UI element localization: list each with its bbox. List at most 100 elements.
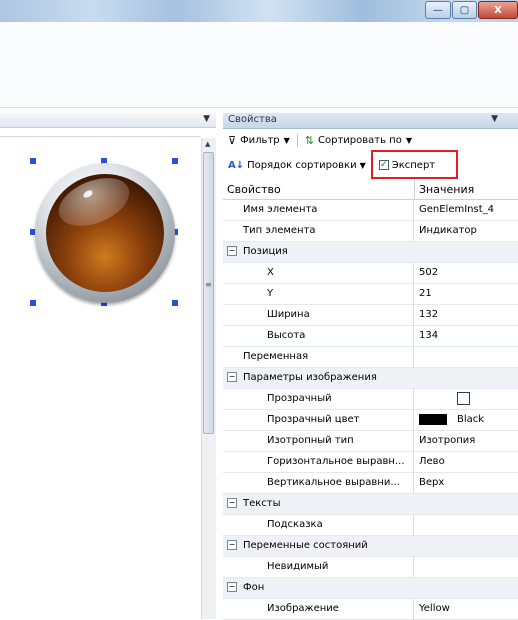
property-row[interactable]: Прозрачный цвет Black [223,410,518,431]
property-value[interactable]: Верх [414,473,518,493]
property-value[interactable]: 134 [414,326,518,346]
property-name: X [223,263,414,283]
property-name: Изотропный тип [223,431,414,451]
property-row[interactable]: Невидимый [223,557,518,578]
property-grid-header: Свойство Значения [223,180,518,200]
window-title-bar: — ▢ X [0,0,518,22]
property-value[interactable]: 502 [414,263,518,283]
property-row[interactable]: Ширина 132 [223,305,518,326]
property-value[interactable]: Лево [414,452,518,472]
selection-handle[interactable] [30,300,36,306]
color-swatch [419,413,447,425]
property-row[interactable]: Переменная [223,347,518,368]
property-name: Невидимый [223,557,414,577]
minimize-button[interactable]: — [425,1,451,19]
property-row[interactable]: X 502 [223,263,518,284]
collapse-toggle-icon[interactable]: − [227,582,237,592]
property-name: Прозрачный [223,389,414,409]
property-row[interactable]: Горизонтальное выравн... Лево [223,452,518,473]
design-panel-header: ▼ [0,113,216,128]
property-row[interactable]: Имя элемента GenElemInst_4 [223,200,518,221]
category-label: Переменные состояний [243,540,368,551]
dropdown-arrow-icon[interactable]: ▼ [203,114,210,124]
property-row[interactable]: Высота 134 [223,326,518,347]
category-label: Фон [243,582,265,593]
property-value[interactable] [414,557,518,577]
property-name: Изображение [223,599,414,619]
sort-icon: ⇅ [304,133,315,147]
color-name: Black [457,414,485,425]
close-button[interactable]: X [478,1,518,19]
property-row[interactable]: Прозрачный [223,389,518,410]
collapse-toggle-icon[interactable]: − [227,498,237,508]
property-row[interactable]: Вертикальное выравни... Верх [223,473,518,494]
selection-handle[interactable] [172,158,178,164]
toolbar-separator [296,133,298,147]
sort-order-button[interactable]: Порядок сортировки [247,160,356,171]
filter-dropdown-icon[interactable]: ▼ [284,136,290,145]
property-value[interactable] [414,515,518,535]
property-value[interactable]: 21 [414,284,518,304]
category-row[interactable]: − Позиция [223,242,518,263]
sort-dropdown-icon[interactable]: ▼ [406,136,412,145]
transparent-checkbox[interactable] [457,391,470,405]
property-value[interactable]: Изотропия [414,431,518,451]
properties-panel-header: Свойства ▼ [223,113,518,129]
property-value[interactable]: GenElemInst_4 [414,200,518,220]
canvas-scrollbar[interactable]: ▲ ≡ [201,138,216,619]
property-rows: Имя элемента GenElemInst_4 Тип элемента Инд… [223,200,518,620]
category-label: Параметры изображения [243,372,377,383]
property-name: Имя элемента [223,200,414,220]
property-row[interactable]: Тип элемента Индикатор [223,221,518,242]
restore-button[interactable]: ▢ [452,1,477,19]
property-name: Прозрачный цвет [223,410,414,430]
filter-icon: ⊽ [228,133,237,147]
panel-menu-arrow-icon[interactable]: ▼ [491,114,498,124]
property-value[interactable] [414,389,518,409]
property-value[interactable] [414,347,518,367]
property-value[interactable]: 132 [414,305,518,325]
property-row[interactable]: Y 21 [223,284,518,305]
property-name: Y [223,284,414,304]
indicator-lamp[interactable] [35,163,175,303]
category-row[interactable]: − Переменные состояний [223,536,518,557]
property-name: Высота [223,326,414,346]
selection-handle[interactable] [172,300,178,306]
collapse-toggle-icon[interactable]: − [227,540,237,550]
property-name: Ширина [223,305,414,325]
property-value[interactable]: Индикатор [414,221,518,241]
property-row[interactable]: Подсказка [223,515,518,536]
category-row[interactable]: − Тексты [223,494,518,515]
sort-by-button[interactable]: Сортировать по [318,135,402,146]
column-header-values[interactable]: Значения [415,180,474,199]
property-name: Подсказка [223,515,414,535]
toolbar-area [0,22,518,108]
properties-panel-title: Свойства [228,114,277,125]
selection-handle[interactable] [30,158,36,164]
scrollbar-thumb[interactable] [203,152,214,434]
property-name: Горизонтальное выравн... [223,452,414,472]
properties-toolbar-row1: ⊽ Фильтр ▼ ⇅ Сортировать по ▼ [223,131,412,149]
scroll-up-icon[interactable]: ▲ [205,140,210,148]
category-row[interactable]: − Параметры изображения [223,368,518,389]
category-label: Позиция [243,246,288,257]
collapse-toggle-icon[interactable]: − [227,246,237,256]
sort-az-icon: A↓ [228,159,245,171]
filter-button[interactable]: Фильтр [240,135,280,146]
property-name: Вертикальное выравни... [223,473,414,493]
category-label: Тексты [243,498,281,509]
collapse-toggle-icon[interactable]: − [227,372,237,382]
grip-icon: ≡ [205,280,212,289]
column-header-property[interactable]: Свойство [223,180,415,199]
category-row[interactable]: − Фон [223,578,518,599]
property-value[interactable]: Yellow [414,599,518,619]
highlight-box [371,150,458,179]
design-panel-subheader [0,128,200,137]
property-row[interactable]: Изображение Yellow [223,599,518,620]
sort-order-dropdown-icon[interactable]: ▼ [360,161,366,170]
property-grid: Свойство Значения Имя элемента GenElemIns… [223,180,518,620]
property-name: Переменная [223,347,414,367]
property-value[interactable]: Black [414,410,518,430]
property-row[interactable]: Изотропный тип Изотропия [223,431,518,452]
property-name: Тип элемента [223,221,414,241]
